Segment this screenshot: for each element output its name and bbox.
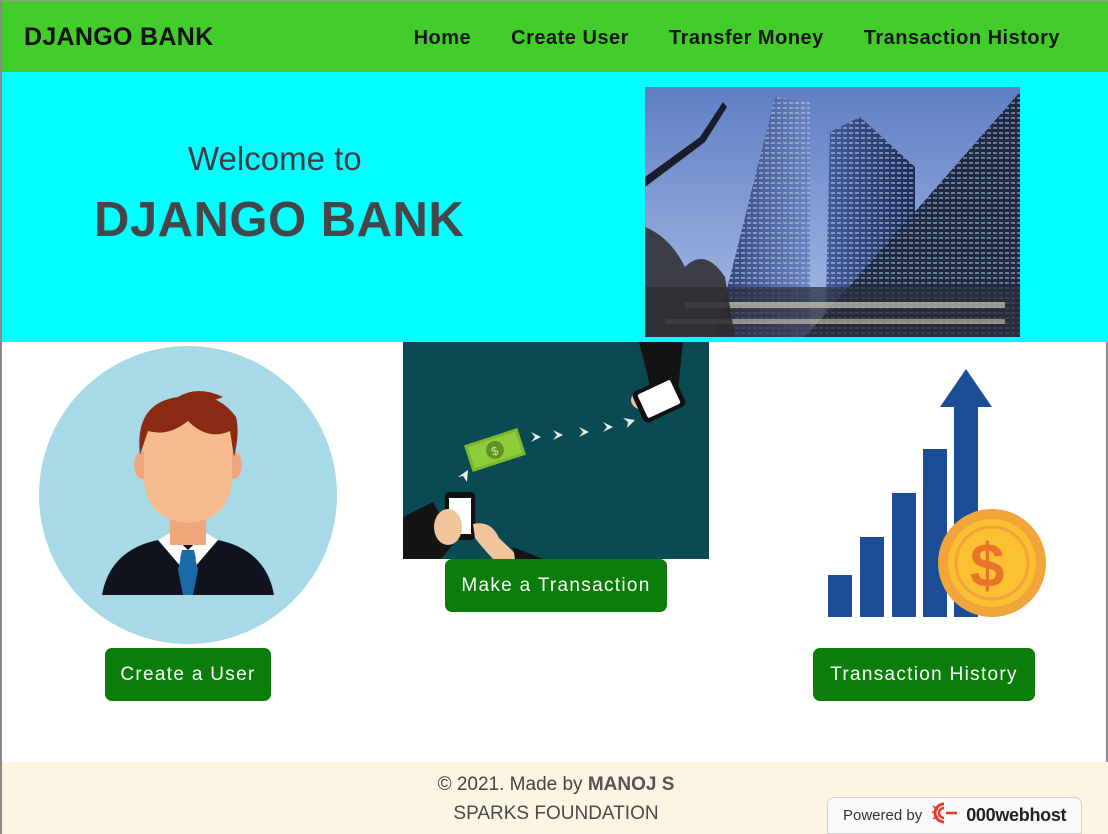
hero-title: DJANGO BANK xyxy=(94,193,465,247)
skyscraper-image xyxy=(645,87,1020,337)
nav-create-user[interactable]: Create User xyxy=(511,27,629,50)
webhost-logo-icon xyxy=(930,802,958,829)
footer-copyright: © 2021. Made by MANOJ S xyxy=(2,774,1108,796)
create-user-button[interactable]: Create a User xyxy=(105,648,271,701)
nav-transfer-money[interactable]: Transfer Money xyxy=(669,27,824,50)
svg-text:$: $ xyxy=(970,532,1004,601)
money-transfer-illustration: $ xyxy=(403,342,709,559)
transaction-history-button[interactable]: Transaction History xyxy=(813,648,1035,701)
powered-by-label: Powered by xyxy=(843,807,923,824)
footer-author: MANOJ S xyxy=(587,774,675,795)
powered-by-brand: 000webhost xyxy=(966,805,1067,825)
hero-banner: Welcome to DJANGO BANK xyxy=(2,72,1108,342)
navbar: DJANGO BANK Home Create User Transfer Mo… xyxy=(2,0,1108,72)
powered-by-badge[interactable]: Powered by 000webhost xyxy=(827,797,1082,834)
make-transaction-button[interactable]: Make a Transaction xyxy=(445,559,667,612)
nav-links: Home Create User Transfer Money Transact… xyxy=(414,27,1060,50)
footer-copyright-text: © 2021. Made by xyxy=(437,774,588,795)
growth-chart-illustration: $ xyxy=(812,365,1052,625)
hero-welcome: Welcome to xyxy=(188,140,362,177)
nav-home[interactable]: Home xyxy=(414,27,472,50)
nav-transaction-history[interactable]: Transaction History xyxy=(864,27,1060,50)
user-avatar-illustration xyxy=(38,345,338,645)
brand-logo[interactable]: DJANGO BANK xyxy=(24,23,213,52)
